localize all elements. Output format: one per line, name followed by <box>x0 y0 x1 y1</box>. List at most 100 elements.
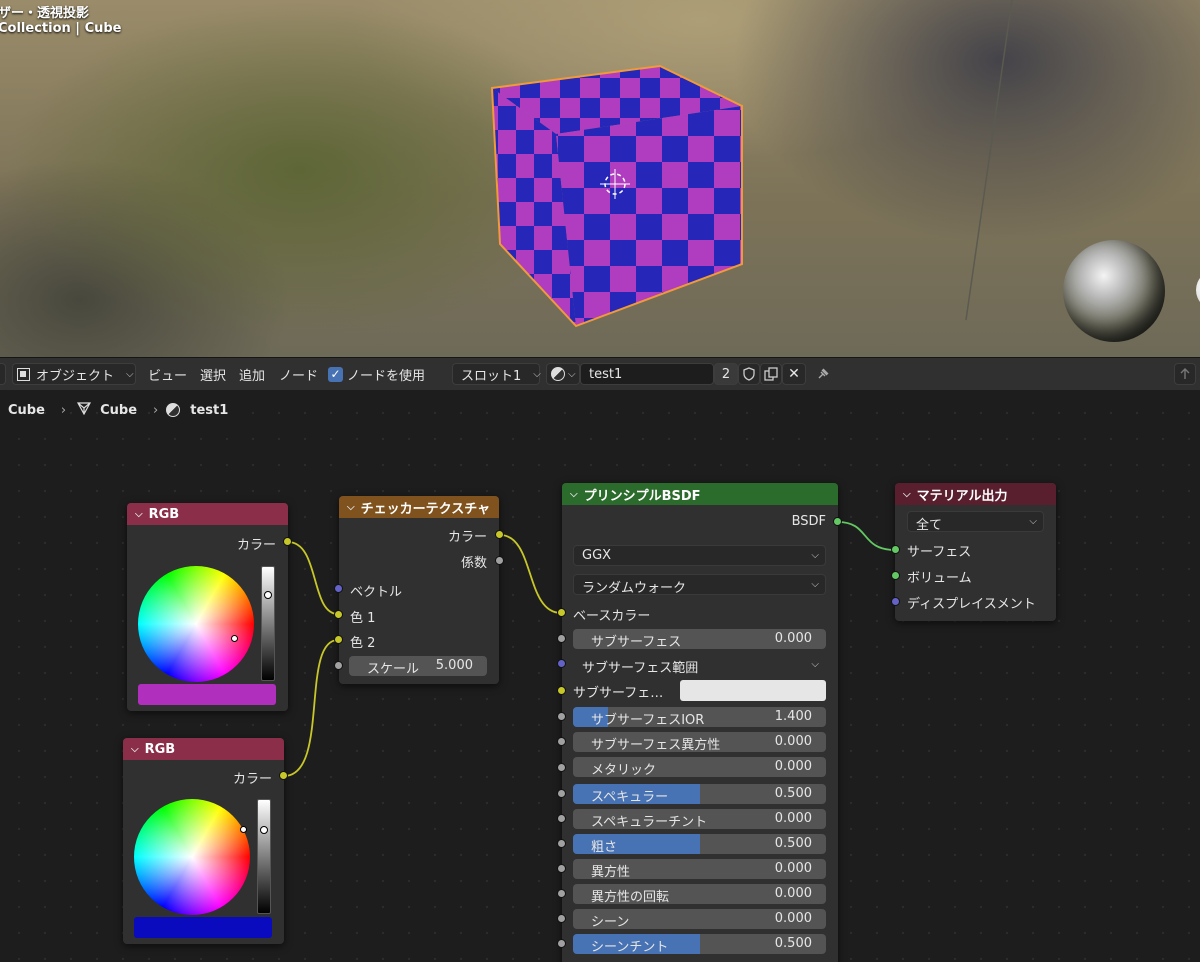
checker-scale-input-socket[interactable] <box>334 661 343 670</box>
breadcrumb-object[interactable]: Cube <box>8 403 45 418</box>
menu-select[interactable]: 選択 <box>200 363 226 385</box>
rgb1-color-output-socket[interactable] <box>283 537 292 546</box>
subsurface-label: サブサーフェス <box>591 635 682 649</box>
bsdf-output-socket[interactable] <box>833 517 842 526</box>
menu-view[interactable]: ビュー <box>148 363 187 385</box>
specular-input-socket[interactable] <box>557 789 566 798</box>
output-volume-socket[interactable] <box>891 571 900 580</box>
subsurface-input-socket[interactable] <box>557 634 566 643</box>
chevron-down-icon[interactable]: ⌵ <box>131 744 139 755</box>
sheen-tint-field[interactable]: シーンチント 0.500 <box>573 934 826 954</box>
rgb-node-1-value-handle[interactable] <box>264 591 272 599</box>
checker-fac-output-socket[interactable] <box>495 556 504 565</box>
checker-color1-input-socket[interactable] <box>334 610 343 619</box>
subsurface-radius-input-socket[interactable] <box>557 659 566 668</box>
sheen-tint-input-socket[interactable] <box>557 939 566 948</box>
roughness-input-socket[interactable] <box>557 839 566 848</box>
subsurface-radius-label: サブサーフェス範囲 <box>582 661 699 676</box>
subsurface-ior-input-socket[interactable] <box>557 712 566 721</box>
rgb-node-1-wheel-cursor[interactable] <box>231 635 238 642</box>
specular-tint-field[interactable]: スペキュラーチント 0.000 <box>573 809 826 829</box>
anisotropic-value: 0.000 <box>774 861 812 876</box>
menu-node[interactable]: ノード <box>279 363 318 385</box>
rgb-node-1-value-slider[interactable] <box>261 566 275 681</box>
chevron-down-icon: ⌵ <box>811 579 819 590</box>
rgb-node-1-output-label: カラー <box>236 538 276 553</box>
rgb-node-2-header[interactable]: ⌵ RGB <box>123 738 284 760</box>
rgb-node-2-color-swatch[interactable] <box>134 917 272 938</box>
specular-label: スペキュラー <box>591 790 669 804</box>
duplicate-icon[interactable] <box>760 363 782 385</box>
distribution-dropdown[interactable]: GGX ⌵ <box>573 545 826 566</box>
rgb-node-2[interactable]: ⌵ RGB カラー <box>123 738 284 944</box>
chevron-down-icon[interactable]: ⌵ <box>347 502 355 513</box>
rgb-node-2-color-wheel[interactable] <box>134 799 250 915</box>
anisotropic-input-socket[interactable] <box>557 864 566 873</box>
rgb-node-1-color-swatch[interactable] <box>138 684 276 705</box>
sheen-input-socket[interactable] <box>557 914 566 923</box>
editor-type-button[interactable] <box>0 363 6 385</box>
chevron-down-icon[interactable]: ⌵ <box>903 489 911 500</box>
metallic-input-socket[interactable] <box>557 763 566 772</box>
chevron-down-icon[interactable]: ⌵ <box>570 489 578 500</box>
subsurface-anisotropy-input-socket[interactable] <box>557 737 566 746</box>
pin-icon[interactable] <box>814 363 832 385</box>
chevron-right-icon: › <box>60 402 67 418</box>
use-nodes-toggle[interactable]: ✓ ノードを使用 <box>328 363 425 385</box>
material-output-header[interactable]: ⌵ マテリアル出力 <box>895 483 1056 505</box>
subsurface-ior-value: 1.400 <box>774 709 812 724</box>
sheen-field[interactable]: シーン 0.000 <box>573 909 826 929</box>
output-displacement-socket[interactable] <box>891 597 900 606</box>
specular-field[interactable]: スペキュラー 0.500 <box>573 784 826 804</box>
mode-dropdown[interactable]: オブジェクト ⌵ <box>12 363 136 385</box>
principled-bsdf-node[interactable]: ⌵ プリンシプルBSDF BSDF GGX ⌵ ランダムウォーク ⌵ ベースカラ… <box>562 483 838 962</box>
slot-dropdown[interactable]: スロット1 ⌵ <box>452 363 541 385</box>
checker-scale-field[interactable]: スケール 5.000 <box>349 656 487 676</box>
material-name-field[interactable]: test1 <box>580 363 714 385</box>
rgb-node-1-color-wheel[interactable] <box>138 566 254 682</box>
mode-label: オブジェクト <box>36 368 115 384</box>
checker-color2-input-socket[interactable] <box>334 635 343 644</box>
anisotropic-rotation-input-socket[interactable] <box>557 889 566 898</box>
subsurface-field[interactable]: サブサーフェス 0.000 <box>573 629 826 649</box>
base-color-input-socket[interactable] <box>557 608 566 617</box>
rgb-node-1[interactable]: ⌵ RGB カラー <box>127 503 288 711</box>
subsurface-radius-dropdown[interactable]: サブサーフェス範囲 ⌵ <box>573 654 826 676</box>
breadcrumb-mesh[interactable]: Cube <box>100 403 137 418</box>
output-target-dropdown[interactable]: 全て ⌵ <box>907 511 1044 533</box>
checker-color-output-socket[interactable] <box>495 530 504 539</box>
use-nodes-checkbox[interactable]: ✓ <box>328 366 343 382</box>
subsurface-color-swatch[interactable] <box>680 680 826 701</box>
subsurface-anisotropy-field[interactable]: サブサーフェス異方性 0.000 <box>573 732 826 752</box>
checker-cube-object[interactable] <box>480 58 760 338</box>
metallic-field[interactable]: メタリック 0.000 <box>573 757 826 777</box>
rgb-node-2-value-slider[interactable] <box>257 799 271 914</box>
rgb-node-1-header[interactable]: ⌵ RGB <box>127 503 288 525</box>
anisotropic-field[interactable]: 異方性 0.000 <box>573 859 826 879</box>
rgb-node-2-wheel-cursor[interactable] <box>240 826 247 833</box>
chevron-down-icon[interactable]: ⌵ <box>135 509 143 520</box>
output-surface-socket[interactable] <box>891 545 900 554</box>
subsurface-ior-field[interactable]: サブサーフェスIOR 1.400 <box>573 707 826 727</box>
upload-icon[interactable] <box>1174 363 1196 385</box>
material-output-node[interactable]: ⌵ マテリアル出力 全て ⌵ サーフェス ボリューム ディスプレイスメント <box>895 483 1056 621</box>
output-displacement-label: ディスプレイスメント <box>907 597 1036 612</box>
unlink-close-icon[interactable]: ✕ <box>782 363 806 385</box>
checker-vector-input-socket[interactable] <box>334 584 343 593</box>
principled-bsdf-header[interactable]: ⌵ プリンシプルBSDF <box>562 483 838 505</box>
subsurface-color-input-socket[interactable] <box>557 686 566 695</box>
specular-tint-input-socket[interactable] <box>557 814 566 823</box>
3d-viewport[interactable]: ザー・透視投影 Collection | Cube <box>0 0 1200 357</box>
roughness-field[interactable]: 粗さ 0.500 <box>573 834 826 854</box>
menu-add[interactable]: 追加 <box>239 363 265 385</box>
fake-user-shield-icon[interactable] <box>738 363 760 385</box>
anisotropic-rotation-field[interactable]: 異方性の回転 0.000 <box>573 884 826 904</box>
subsurface-method-dropdown[interactable]: ランダムウォーク ⌵ <box>573 574 826 596</box>
breadcrumb-material[interactable]: test1 <box>190 403 228 418</box>
rgb-node-2-value-handle[interactable] <box>260 826 268 834</box>
checker-texture-node[interactable]: ⌵ チェッカーテクスチャ カラー 係数 ベクトル 色 1 色 2 スケール 5.… <box>339 496 499 684</box>
rgb2-color-output-socket[interactable] <box>279 771 288 780</box>
material-user-count[interactable]: 2 <box>714 363 738 385</box>
material-browse-button[interactable]: ⌵ <box>546 363 580 385</box>
checker-texture-header[interactable]: ⌵ チェッカーテクスチャ <box>339 496 499 518</box>
